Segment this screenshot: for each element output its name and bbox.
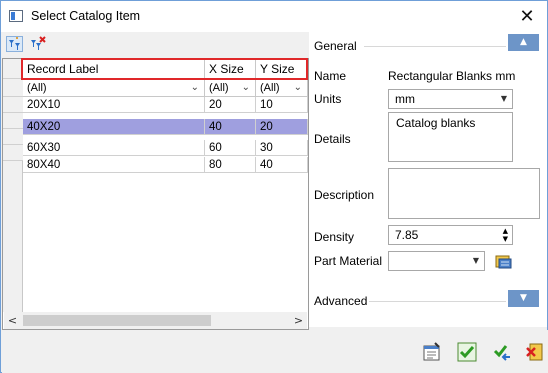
cell-x-size[interactable]: 20 [205,97,256,113]
units-selected-value: mm [395,92,415,106]
collapse-general-button[interactable]: ▲ [508,34,539,51]
expand-advanced-button[interactable]: ▼ [508,290,539,307]
column-header-x-size[interactable]: X Size [205,59,256,79]
row-header[interactable] [3,97,23,113]
density-value: 7.85 [395,228,419,242]
name-value: Rectangular Blanks mm [388,69,516,83]
column-header-y-size[interactable]: Y Size [256,59,308,79]
filter-value: (All) [260,82,280,94]
description-textarea[interactable] [388,168,540,219]
spin-down-icon[interactable]: ▼ [503,236,508,243]
chevron-down-icon: ⌄ [190,82,199,93]
title-bar: Select Catalog Item ✕ [1,1,547,32]
cell-x-size[interactable]: 80 [205,157,256,173]
chevron-down-icon: ⌄ [293,82,302,93]
cell-x-size-selected[interactable]: 40 [205,119,256,135]
filter-icon[interactable] [6,36,23,52]
row-header-corner [3,59,23,79]
dialog-button-bar [2,330,548,373]
apply-arrow-icon[interactable] [492,342,514,364]
column-header-record-label[interactable]: Record Label [23,59,205,79]
cell-y-size-selected[interactable]: 20 [256,119,308,135]
properties-panel: General ▲ Name Rectangular Blanks mm Uni… [309,32,547,327]
window-title: Select Catalog Item [31,9,141,23]
general-section-title: General [314,39,357,53]
section-divider [364,46,506,47]
row-header-column [3,59,23,312]
grid-toolbar [2,32,309,56]
part-material-label: Part Material [314,254,383,268]
name-label: Name [314,69,347,83]
clear-filter-icon[interactable] [29,36,46,52]
filter-value: (All) [209,82,229,94]
details-label: Details [314,132,351,146]
row-header-filter [3,79,23,97]
close-button[interactable]: ✕ [507,1,547,32]
section-divider [369,301,506,302]
dropdown-arrow-icon: ▼ [500,94,507,103]
details-textarea[interactable]: Catalog blanks [388,112,513,162]
app-window-icon [9,10,23,22]
cell-record-label[interactable]: 20X10 [23,97,205,113]
scrollbar-thumb[interactable] [23,315,211,326]
chevron-down-icon: ⌄ [241,82,250,93]
filter-value: (All) [27,82,47,94]
filter-y-size[interactable]: (All) ⌄ [256,79,308,97]
select-catalog-item-dialog: Select Catalog Item ✕ Record Label X Siz… [0,0,548,373]
dropdown-arrow-icon: ▼ [472,256,479,265]
advanced-section-title: Advanced [314,294,368,308]
cell-record-label-selected[interactable]: 40X20 [23,119,205,135]
row-header[interactable] [3,113,23,129]
cell-x-size[interactable]: 60 [205,140,256,156]
row-header[interactable] [3,129,23,145]
horizontal-scrollbar[interactable]: < > [4,312,307,329]
density-spinner[interactable]: 7.85 ▲ ▼ [388,225,513,245]
catalog-properties-icon[interactable] [422,342,444,364]
spin-up-icon[interactable]: ▲ [503,228,508,235]
units-select[interactable]: mm ▼ [388,89,513,109]
filter-x-size[interactable]: (All) ⌄ [205,79,256,97]
cell-y-size[interactable]: 30 [256,140,308,156]
catalog-grid[interactable]: Record Label X Size Y Size (All) ⌄ (All)… [2,58,309,330]
cell-y-size[interactable]: 10 [256,97,308,113]
cancel-exit-icon[interactable] [525,342,547,364]
material-library-icon[interactable] [495,253,513,269]
scroll-right-icon[interactable]: > [290,312,307,329]
part-material-select[interactable]: ▼ [388,251,485,271]
ok-checkmark-icon[interactable] [457,342,479,364]
cell-y-size[interactable]: 40 [256,157,308,173]
density-label: Density [314,230,355,244]
row-header[interactable] [3,145,23,161]
cell-record-label[interactable]: 60X30 [23,140,205,156]
description-label: Description [314,188,375,202]
units-label: Units [314,92,342,106]
scroll-left-icon[interactable]: < [4,312,21,329]
filter-record-label[interactable]: (All) ⌄ [23,79,205,97]
cell-record-label[interactable]: 80X40 [23,157,205,173]
